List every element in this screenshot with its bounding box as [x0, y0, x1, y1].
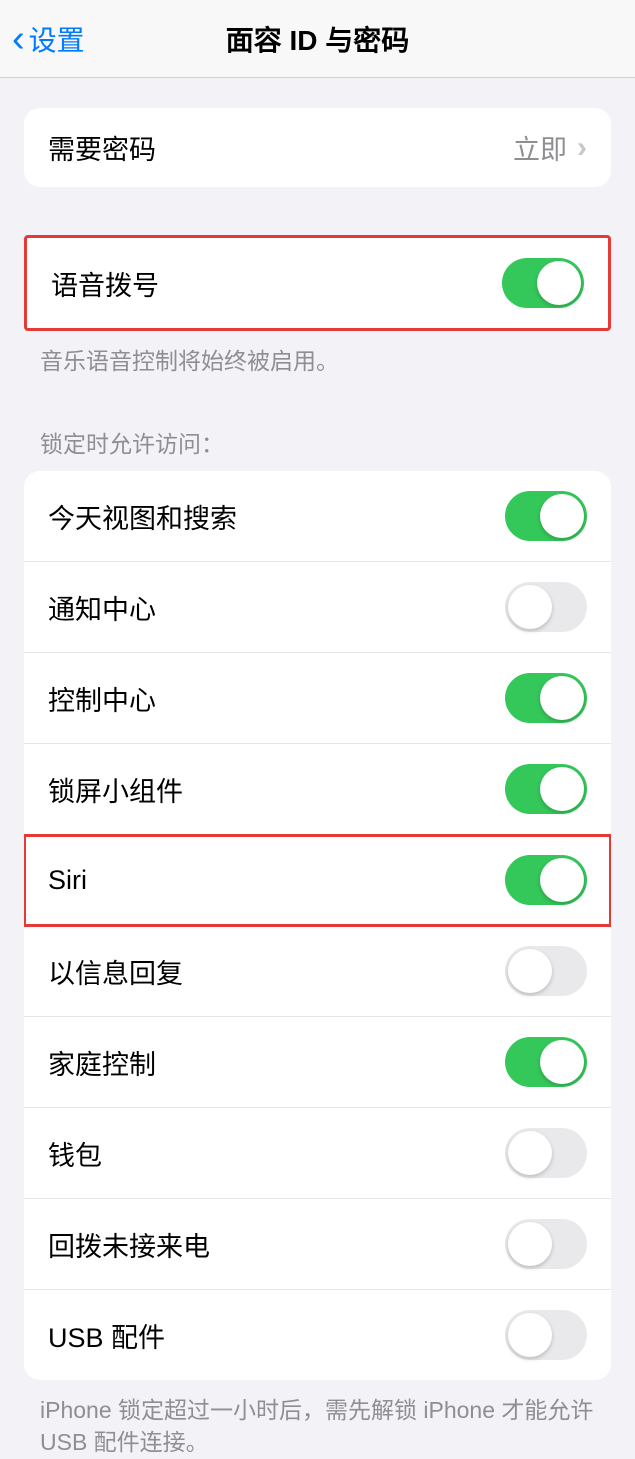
lockscreen-row-label: 回拨未接来电 [48, 1225, 210, 1264]
lockscreen-row-label: USB 配件 [48, 1316, 165, 1355]
lockscreen-access-group: 今天视图和搜索通知中心控制中心锁屏小组件 Siri 以信息回复家庭控制钱包回拨未接来… [24, 471, 611, 1380]
lockscreen-toggle[interactable] [505, 764, 587, 814]
back-label: 设置 [29, 19, 85, 59]
lockscreen-toggle[interactable] [505, 1128, 587, 1178]
voice-dial-row: 语音拨号 [27, 238, 608, 328]
require-passcode-group: 需要密码 立即 › [24, 108, 611, 187]
lockscreen-row-label: 今天视图和搜索 [48, 497, 237, 536]
lockscreen-row: 以信息回复 [24, 926, 611, 1017]
lockscreen-row: USB 配件 [24, 1290, 611, 1380]
toggle-knob [540, 676, 584, 720]
lockscreen-section-header: 锁定时允许访问： [0, 425, 635, 471]
toggle-knob [508, 585, 552, 629]
toggle-knob [508, 949, 552, 993]
lockscreen-row-label: 锁屏小组件 [48, 770, 183, 809]
toggle-knob [540, 494, 584, 538]
lockscreen-toggle[interactable] [505, 1219, 587, 1269]
lockscreen-toggle[interactable] [505, 1310, 587, 1360]
nav-header: ‹ 设置 面容 ID 与密码 [0, 0, 635, 78]
voice-dial-toggle[interactable] [502, 258, 584, 308]
lockscreen-toggle[interactable] [505, 1037, 587, 1087]
lockscreen-row: 钱包 [24, 1108, 611, 1199]
lockscreen-row: 控制中心 [24, 653, 611, 744]
lockscreen-toggle[interactable] [505, 946, 587, 996]
require-passcode-row[interactable]: 需要密码 立即 › [24, 108, 611, 187]
require-passcode-value: 立即 [513, 128, 567, 167]
lockscreen-toggle[interactable] [505, 491, 587, 541]
voice-dial-label: 语音拨号 [51, 264, 159, 303]
toggle-knob [508, 1313, 552, 1357]
lockscreen-toggle[interactable] [505, 582, 587, 632]
lockscreen-row: 家庭控制 [24, 1017, 611, 1108]
lockscreen-row: 回拨未接来电 [24, 1199, 611, 1290]
back-button[interactable]: ‹ 设置 [0, 19, 85, 59]
lockscreen-row-label: 控制中心 [48, 679, 156, 718]
lockscreen-row-label: 以信息回复 [48, 952, 183, 991]
toggle-knob [508, 1222, 552, 1266]
usb-footer: iPhone 锁定超过一小时后，需先解锁 iPhone 才能允许 USB 配件连… [0, 1380, 635, 1458]
chevron-left-icon: ‹ [12, 20, 25, 58]
voice-dial-footer: 音乐语音控制将始终被启用。 [0, 331, 635, 377]
lockscreen-toggle[interactable] [505, 673, 587, 723]
lockscreen-row: Siri [24, 835, 611, 926]
lockscreen-row: 通知中心 [24, 562, 611, 653]
toggle-knob [540, 1040, 584, 1084]
page-title: 面容 ID 与密码 [226, 19, 410, 59]
lockscreen-row-label: 通知中心 [48, 588, 156, 627]
lockscreen-toggle[interactable] [505, 855, 587, 905]
toggle-knob [537, 261, 581, 305]
lockscreen-row-label: Siri [48, 865, 87, 896]
lockscreen-row-label: 家庭控制 [48, 1043, 156, 1082]
require-passcode-label: 需要密码 [48, 128, 156, 167]
toggle-knob [508, 1131, 552, 1175]
lockscreen-row-label: 钱包 [48, 1134, 102, 1173]
voice-dial-group: 语音拨号 [24, 235, 611, 331]
toggle-knob [540, 767, 584, 811]
lockscreen-row: 锁屏小组件 [24, 744, 611, 835]
toggle-knob [540, 858, 584, 902]
lockscreen-row: 今天视图和搜索 [24, 471, 611, 562]
chevron-right-icon: › [577, 131, 587, 165]
